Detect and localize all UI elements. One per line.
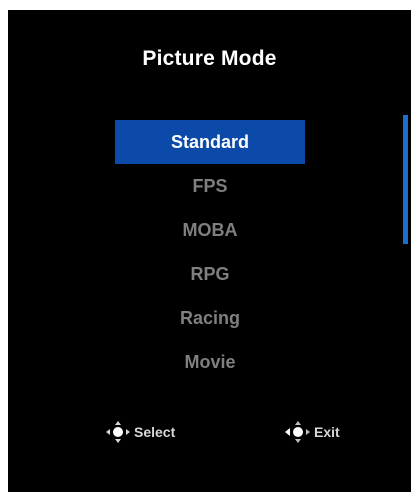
select-label: Select bbox=[134, 424, 176, 440]
select-hint: Select bbox=[104, 420, 175, 444]
menu-item-rpg[interactable]: RPG bbox=[115, 252, 305, 296]
joystick-left-icon bbox=[285, 421, 310, 443]
menu-item-moba[interactable]: MOBA bbox=[115, 208, 305, 252]
menu-item-movie[interactable]: Movie bbox=[115, 340, 305, 384]
menu-item-standard[interactable]: Standard bbox=[115, 120, 305, 164]
exit-label: Exit bbox=[314, 424, 340, 440]
scrollbar[interactable] bbox=[403, 115, 408, 244]
menu-item-fps[interactable]: FPS bbox=[115, 164, 305, 208]
osd-panel: Picture Mode Standard FPS MOBA RPG Racin… bbox=[8, 10, 411, 492]
menu-item-racing[interactable]: Racing bbox=[115, 296, 305, 340]
exit-hint: Exit bbox=[284, 420, 340, 444]
picture-mode-list: Standard FPS MOBA RPG Racing Movie bbox=[115, 120, 305, 384]
menu-title: Picture Mode bbox=[142, 47, 277, 70]
joystick-icon bbox=[106, 421, 130, 443]
